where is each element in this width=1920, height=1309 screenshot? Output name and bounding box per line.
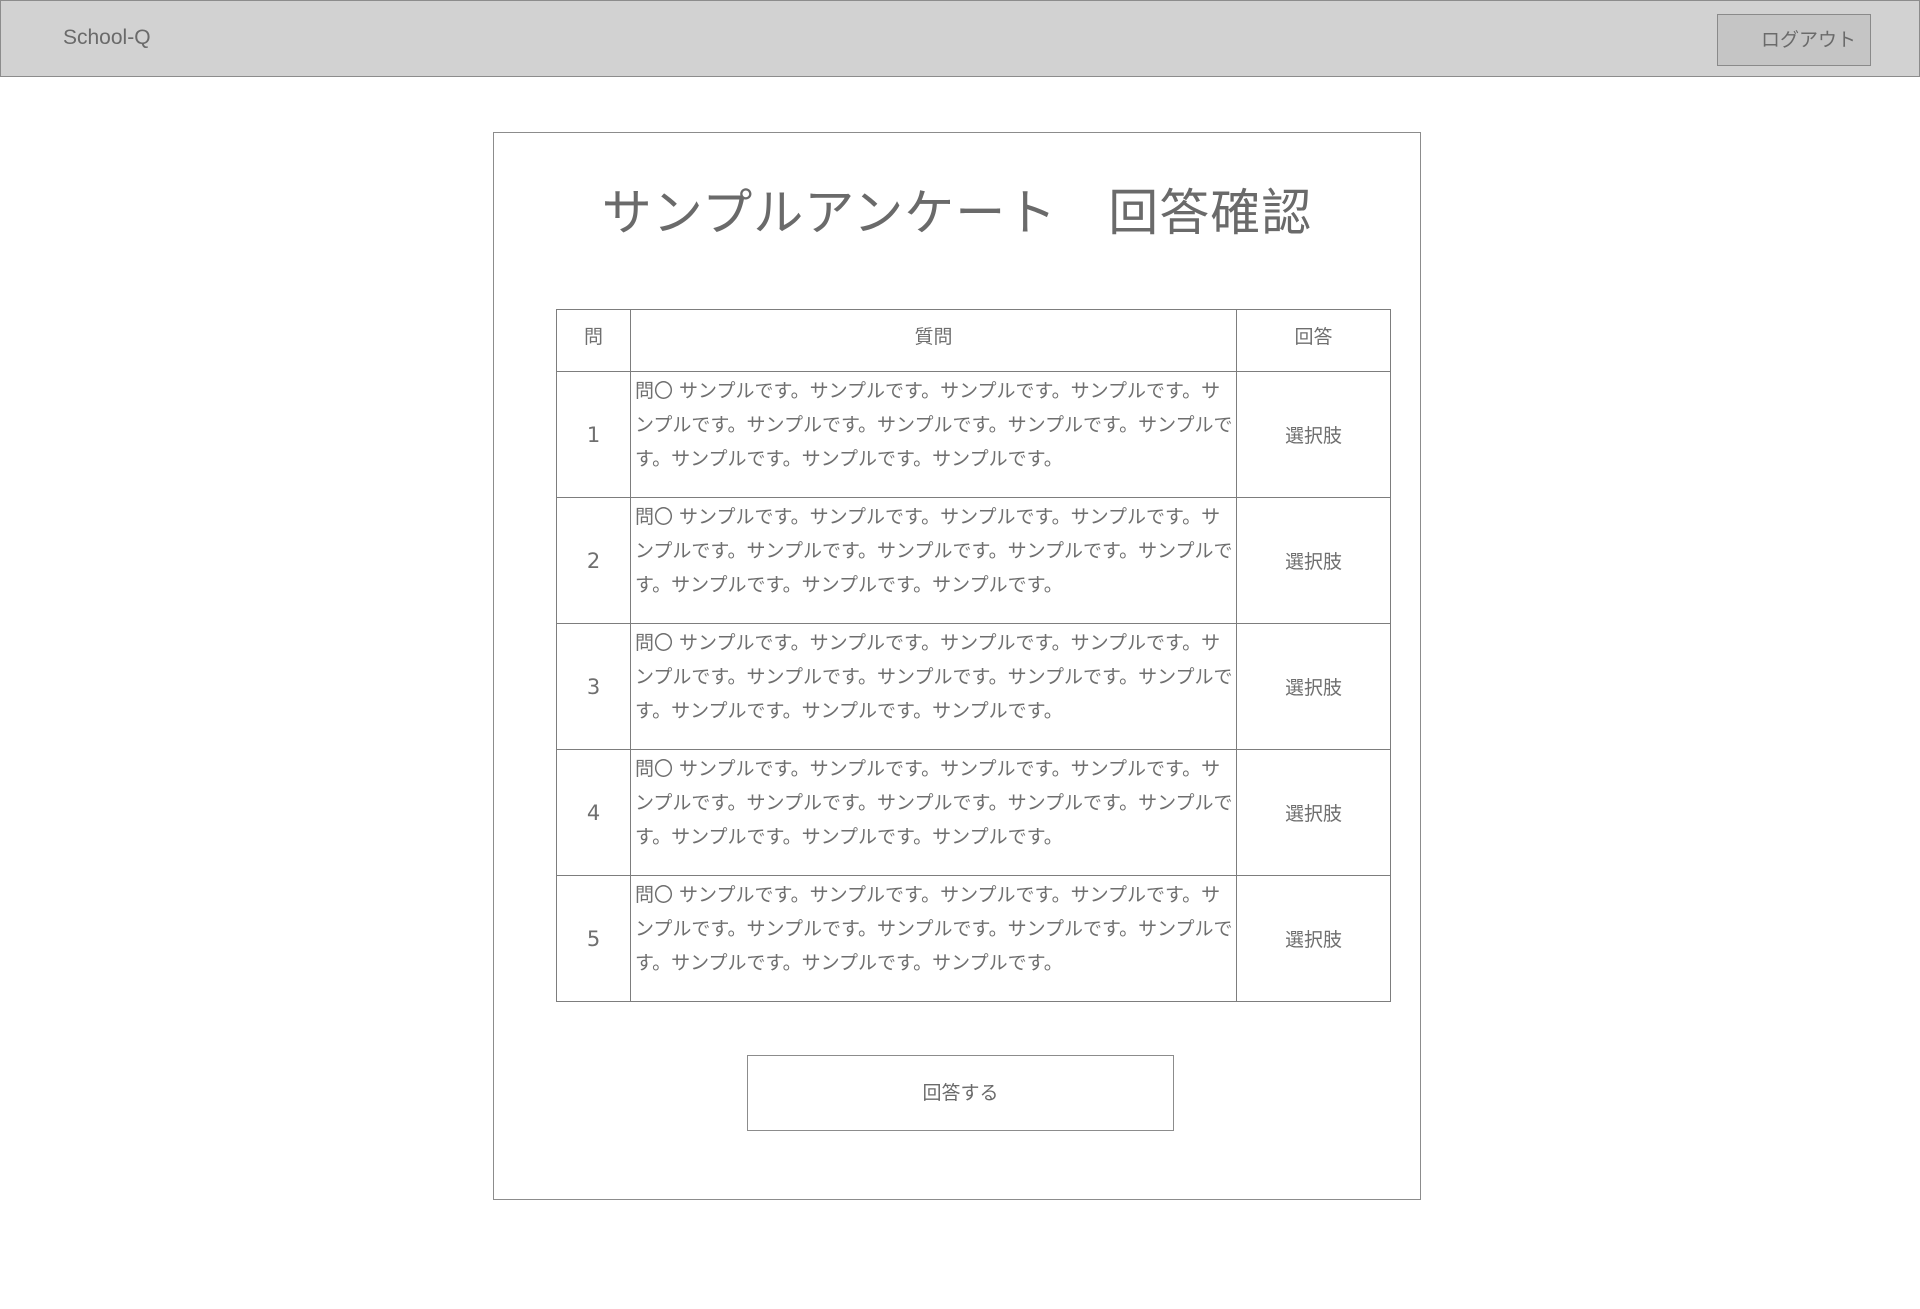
- table-row: 1 問〇 サンプルです。サンプルです。サンプルです。サンプルです。サンプルです。…: [556, 371, 1391, 498]
- answer-table: 問 質問 回答 1 問〇 サンプルです。サンプルです。サンプルです。サンプルです…: [556, 309, 1391, 1002]
- top-bar: School-Q ログアウト: [0, 0, 1920, 77]
- table-row: 5 問〇 サンプルです。サンプルです。サンプルです。サンプルです。サンプルです。…: [556, 875, 1391, 1002]
- question-number: 4: [556, 749, 631, 876]
- answer-value: 選択肢: [1236, 875, 1391, 1002]
- table-row: 4 問〇 サンプルです。サンプルです。サンプルです。サンプルです。サンプルです。…: [556, 749, 1391, 876]
- question-number: 5: [556, 875, 631, 1002]
- question-text: 問〇 サンプルです。サンプルです。サンプルです。サンプルです。サンプルです。サン…: [630, 749, 1237, 876]
- header-answer: 回答: [1236, 309, 1391, 372]
- header-number: 問: [556, 309, 631, 372]
- survey-confirm-panel: サンプルアンケート 回答確認 問 質問 回答 1 問〇 サンプルです。サンプルで…: [493, 132, 1421, 1200]
- question-text: 問〇 サンプルです。サンプルです。サンプルです。サンプルです。サンプルです。サン…: [630, 371, 1237, 498]
- question-text: 問〇 サンプルです。サンプルです。サンプルです。サンプルです。サンプルです。サン…: [630, 623, 1237, 750]
- answer-value: 選択肢: [1236, 371, 1391, 498]
- question-number: 1: [556, 371, 631, 498]
- header-question: 質問: [630, 309, 1237, 372]
- submit-answer-button[interactable]: 回答する: [747, 1055, 1174, 1131]
- answer-value: 選択肢: [1236, 497, 1391, 624]
- question-number: 2: [556, 497, 631, 624]
- table-header-row: 問 質問 回答: [556, 309, 1391, 372]
- question-text: 問〇 サンプルです。サンプルです。サンプルです。サンプルです。サンプルです。サン…: [630, 875, 1237, 1002]
- logout-button[interactable]: ログアウト: [1717, 14, 1871, 66]
- answer-value: 選択肢: [1236, 623, 1391, 750]
- page-title: サンプルアンケート 回答確認: [601, 184, 1313, 242]
- table-row: 2 問〇 サンプルです。サンプルです。サンプルです。サンプルです。サンプルです。…: [556, 497, 1391, 624]
- question-text: 問〇 サンプルです。サンプルです。サンプルです。サンプルです。サンプルです。サン…: [630, 497, 1237, 624]
- table-row: 3 問〇 サンプルです。サンプルです。サンプルです。サンプルです。サンプルです。…: [556, 623, 1391, 750]
- answer-value: 選択肢: [1236, 749, 1391, 876]
- app-brand: School-Q: [63, 26, 151, 49]
- question-number: 3: [556, 623, 631, 750]
